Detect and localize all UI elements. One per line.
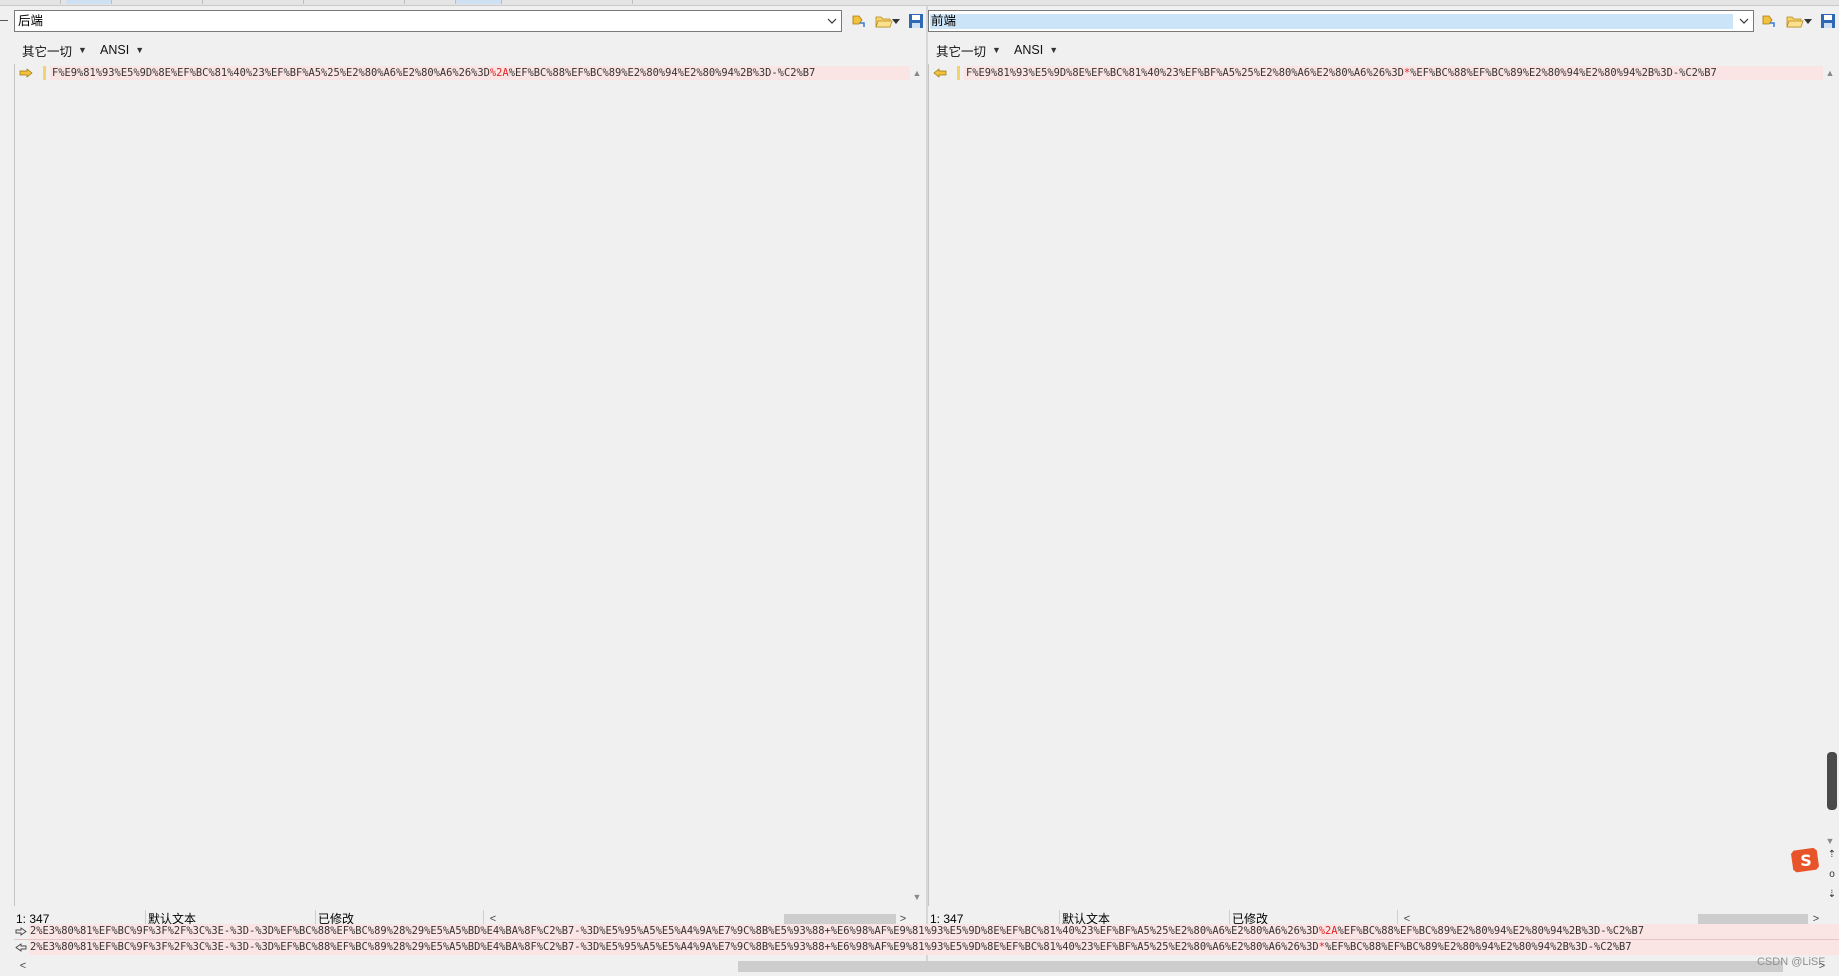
collapse-handle-icon[interactable] — [0, 19, 9, 22]
left-editor[interactable]: F%E9%81%93%E5%9D%8E%EF%BC%81%40%23%EF%BF… — [14, 64, 911, 906]
right-line-code: F%E9%81%93%E5%9D%8E%EF%BC%81%40%23%EF%BF… — [964, 66, 1824, 80]
scroll-thumb[interactable] — [738, 961, 1783, 972]
encoding-label: ANSI — [1014, 43, 1044, 57]
line-detail-panel: 2%E3%80%81%EF%BC%9F%3F%2F%3C%3E-%3D-%3D%… — [14, 923, 1839, 976]
save-icon[interactable] — [1819, 12, 1837, 30]
left-diff-line[interactable]: F%E9%81%93%E5%9D%8E%EF%BC%81%40%23%EF%BF… — [15, 66, 911, 80]
line-text-after: %EF%BC%88%EF%BC%89%E2%80%94%E2%80%94%2B%… — [508, 67, 816, 79]
line-text-diff: %2A — [489, 67, 509, 79]
detail-line-right[interactable]: 2%E3%80%81%EF%BC%9F%3F%2F%3C%3E-%3D-%3D%… — [14, 940, 1839, 955]
save-icon[interactable] — [907, 12, 925, 30]
arrow-left-icon[interactable] — [929, 66, 951, 80]
right-path-combo[interactable]: 前端 — [928, 10, 1754, 32]
left-vertical-scrollbar[interactable]: ▲ ▼ — [910, 64, 924, 906]
tab[interactable] — [502, 0, 633, 4]
left-encoding-dropdown[interactable]: ANSI ▼ — [100, 40, 144, 60]
ime-toolbar-rail[interactable] — [1827, 752, 1837, 810]
watermark: CSDN @LiSF — [1756, 956, 1825, 968]
tab-active[interactable] — [456, 0, 502, 4]
arrow-right-icon[interactable] — [15, 66, 37, 80]
change-marker-bar — [957, 66, 960, 80]
sogou-ime-icon[interactable]: S — [1790, 845, 1822, 875]
tab[interactable] — [203, 0, 304, 4]
arrow-right-icon — [14, 924, 28, 939]
detail-text-after: %EF%BC%88%EF%BC%89%E2%80%94%E2%80%94%2B%… — [1324, 941, 1632, 953]
left-path-text: 后端 — [18, 14, 44, 28]
scroll-down-icon[interactable]: ▼ — [910, 890, 924, 904]
right-option-bar: 其它一切 ▼ ANSI ▼ — [928, 40, 1839, 60]
chevron-down-icon[interactable] — [890, 12, 902, 30]
line-text-before: F%E9%81%93%E5%9D%8E%EF%BC%81%40%23%EF%BF… — [966, 67, 1404, 79]
scroll-up-icon[interactable]: ▲ — [1823, 66, 1837, 80]
detail-text-diff: %2A — [1318, 925, 1338, 937]
left-path-bar: 后端 — [14, 10, 926, 34]
svg-text:S: S — [1800, 851, 1812, 870]
right-encoding-dropdown[interactable]: ANSI ▼ — [1014, 40, 1058, 60]
right-rules-dropdown[interactable]: 其它一切 ▼ — [936, 40, 1001, 60]
tab[interactable] — [112, 0, 203, 4]
scroll-left-icon[interactable]: < — [16, 959, 30, 973]
right-path-text: 前端 — [930, 14, 1733, 29]
detail-line-left[interactable]: 2%E3%80%81%EF%BC%9F%3F%2F%3C%3E-%3D-%3D%… — [14, 924, 1839, 940]
copy-to-other-icon[interactable] — [850, 12, 868, 30]
scroll-up-icon[interactable]: ▲ — [910, 66, 924, 80]
line-text-before: F%E9%81%93%E5%9D%8E%EF%BC%81%40%23%EF%BF… — [52, 67, 490, 79]
right-pane: 前端 其它一切 ▼ ANSI ▼ F%E9%81%93%E5%9D%8E%EF%… — [928, 6, 1839, 976]
scroll-down-icon[interactable]: ▼ — [1823, 834, 1837, 848]
chevron-down-icon[interactable] — [1735, 11, 1753, 31]
caret-down-icon: ▼ — [135, 45, 145, 55]
tab[interactable] — [0, 0, 61, 4]
right-path-bar: 前端 — [928, 10, 1839, 34]
change-marker-bar — [43, 66, 46, 80]
left-option-bar: 其它一切 ▼ ANSI ▼ — [14, 40, 926, 60]
caret-down-icon: ▼ — [1049, 45, 1059, 55]
caret-down-icon: ▼ — [78, 45, 87, 55]
tab[interactable] — [304, 0, 405, 4]
left-line-code: F%E9%81%93%E5%9D%8E%EF%BC%81%40%23%EF%BF… — [50, 66, 911, 80]
rules-label: 其它一切 — [22, 44, 73, 59]
detail-text-before: 2%E3%80%81%EF%BC%9F%3F%2F%3C%3E-%3D-%3D%… — [30, 925, 1319, 937]
rules-label: 其它一切 — [936, 44, 987, 59]
encoding-label: ANSI — [100, 43, 130, 57]
detail-text-after: %EF%BC%88%EF%BC%89%E2%80%94%E2%80%94%2B%… — [1337, 925, 1644, 937]
circle-icon[interactable]: o — [1826, 868, 1838, 880]
copy-to-other-icon[interactable] — [1760, 12, 1778, 30]
arrow-up-icon[interactable]: ⇡ — [1826, 848, 1838, 860]
left-rules-dropdown[interactable]: 其它一切 ▼ — [22, 40, 87, 60]
left-pane: 后端 其它一切 ▼ ANSI ▼ F%E9%81%93%E5%9D%8E%EF%… — [14, 6, 926, 976]
arrow-down-icon[interactable]: ⇣ — [1826, 888, 1838, 900]
right-diff-line[interactable]: F%E9%81%93%E5%9D%8E%EF%BC%81%40%23%EF%BF… — [929, 66, 1824, 80]
left-path-combo[interactable]: 后端 — [14, 10, 842, 32]
tab[interactable] — [405, 0, 456, 4]
arrow-left-icon — [14, 940, 28, 955]
app-window: 后端 其它一切 ▼ ANSI ▼ F%E9%81%93%E5%9D%8E%EF%… — [0, 0, 1839, 976]
chevron-down-icon[interactable] — [823, 11, 841, 31]
right-editor[interactable]: F%E9%81%93%E5%9D%8E%EF%BC%81%40%23%EF%BF… — [928, 64, 1824, 906]
detail-horizontal-scrollbar[interactable]: < > — [14, 959, 1839, 973]
detail-code-left: 2%E3%80%81%EF%BC%9F%3F%2F%3C%3E-%3D-%3D%… — [29, 924, 1839, 939]
tab-active[interactable] — [66, 0, 112, 4]
chevron-down-icon[interactable] — [1802, 12, 1814, 30]
line-text-after: %EF%BC%88%EF%BC%89%E2%80%94%E2%80%94%2B%… — [1410, 67, 1717, 79]
detail-code-right: 2%E3%80%81%EF%BC%9F%3F%2F%3C%3E-%3D-%3D%… — [29, 940, 1839, 955]
caret-down-icon: ▼ — [992, 45, 1001, 55]
detail-text-before: 2%E3%80%81%EF%BC%9F%3F%2F%3C%3E-%3D-%3D%… — [30, 941, 1319, 953]
